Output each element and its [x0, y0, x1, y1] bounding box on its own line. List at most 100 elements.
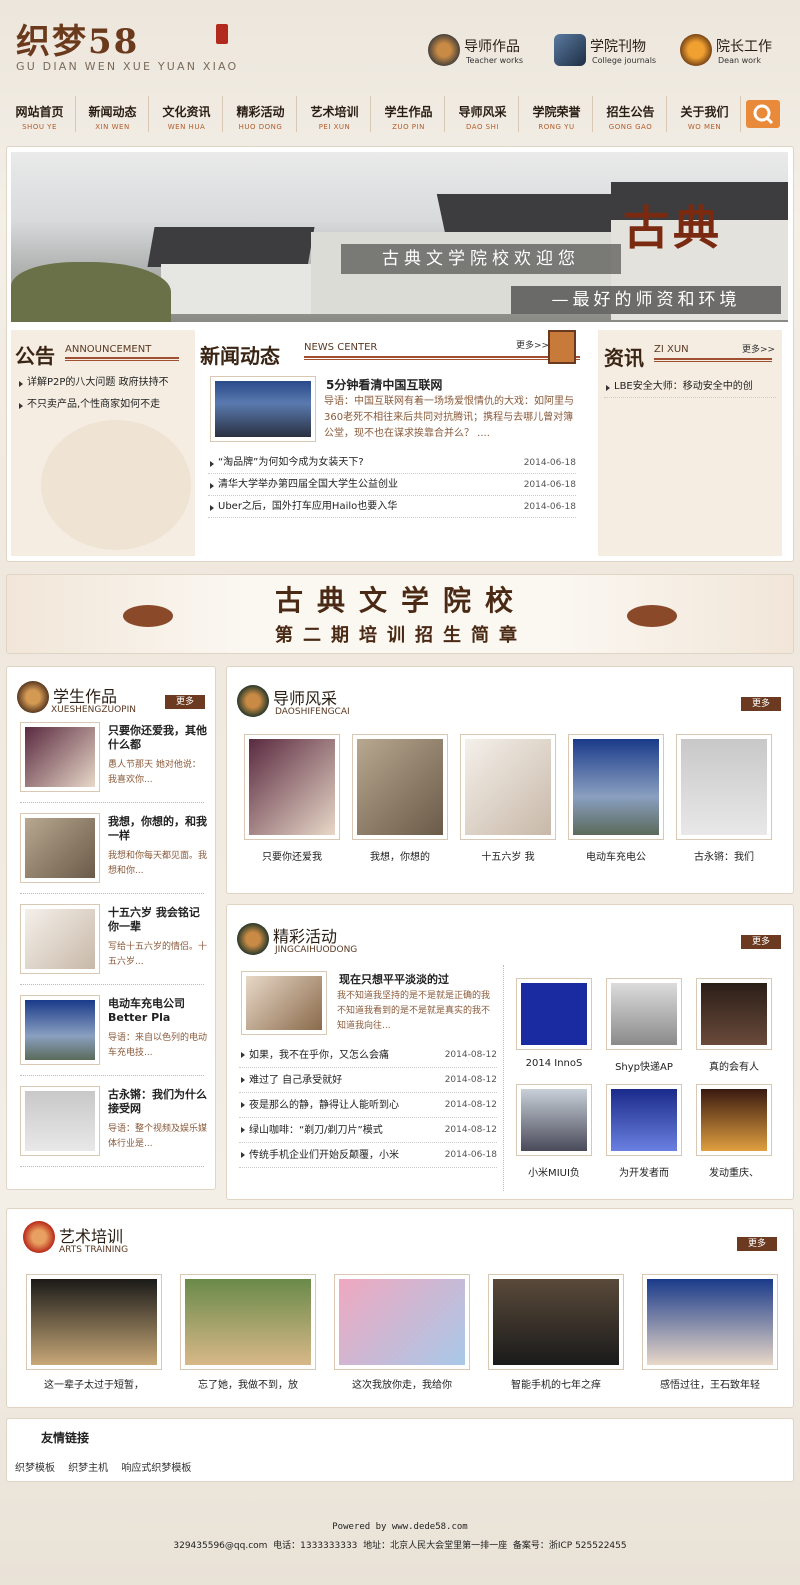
header-link-teacher-works[interactable]: 导师作品 Teacher works — [428, 32, 538, 72]
more-button[interactable]: 更多 — [741, 697, 781, 711]
news-row[interactable]: 清华大学举办第四届全国大学生公益创业 2014-06-18 — [208, 474, 576, 496]
student-work-image[interactable] — [20, 813, 100, 883]
activity-thumb[interactable] — [696, 978, 772, 1050]
news-featured-title[interactable]: 5分钟看清中国互联网 — [326, 376, 442, 393]
teacher-photo[interactable] — [352, 734, 448, 840]
activity-featured-title[interactable]: 现在只想平平淡淡的过 — [339, 971, 449, 987]
student-work-title[interactable]: 古永锵：我们为什么接受网 — [108, 1088, 208, 1116]
nav-item-activities[interactable]: 精彩活动 HUO DONG — [225, 96, 297, 132]
recruit-banner[interactable]: 古典文学院校 第二期培训招生简章 — [6, 574, 794, 654]
news-featured-image[interactable] — [210, 376, 316, 442]
activity-thumb[interactable] — [606, 978, 682, 1050]
teacher-photo[interactable] — [568, 734, 664, 840]
nav-label: 艺术培训 — [310, 105, 359, 119]
hero-banner[interactable]: 古典文学院校欢迎您 古典 —最好的师资和环境 — [11, 152, 788, 322]
activity-thumb-caption[interactable]: 小米MIUI负 — [508, 1164, 600, 1179]
student-work-image[interactable] — [20, 1086, 100, 1156]
news-row[interactable]: “淘品牌”为何如今成为女装天下? 2014-06-18 — [208, 452, 576, 474]
more-button[interactable]: 更多 — [165, 695, 205, 709]
activity-thumb[interactable] — [516, 1084, 592, 1156]
activity-thumb[interactable] — [516, 978, 592, 1050]
activity-row[interactable]: 传统手机企业们开始反颠覆，小米 2014-06-18 — [239, 1143, 497, 1168]
arts-caption[interactable]: 感悟过往，王石致年轻 — [638, 1376, 782, 1391]
arts-photo[interactable] — [180, 1274, 316, 1370]
student-work-title[interactable]: 只要你还爱我，其他什么都 — [108, 724, 208, 752]
activity-featured-image[interactable] — [241, 971, 327, 1035]
activity-featured-summary: 我不知道我坚持的是不是就是正确的我不知道我看到的是不是就是真实的我不知道我向往.… — [337, 991, 491, 1031]
student-work-title[interactable]: 十五六岁 我会铭记你一辈 — [108, 906, 208, 934]
student-work-image[interactable] — [20, 995, 100, 1065]
arts-photo[interactable] — [26, 1274, 162, 1370]
main-nav: 网站首页 SHOU YE 新闻动态 XIN WEN 文化资讯 WEN HUA 精彩活动… — [4, 96, 794, 132]
activity-row[interactable]: 如果，我不在乎你，又怎么会痛 2014-08-12 — [239, 1043, 497, 1068]
teacher-caption[interactable]: 电动车充电公 — [562, 848, 670, 863]
more-link[interactable]: 更多>> — [742, 342, 775, 355]
section-subtitle: XUESHENGZUOPIN — [51, 705, 136, 715]
activity-row[interactable]: 绿山咖啡：“剃刀/剃刀片”模式 2014-08-12 — [239, 1118, 497, 1143]
activity-row[interactable]: 夜是那么的静，静得让人能听到心 2014-08-12 — [239, 1093, 497, 1118]
activity-thumb[interactable] — [606, 1084, 682, 1156]
header-link-dean-work[interactable]: 院长工作 Dean work — [680, 32, 792, 72]
activity-thumb-caption[interactable]: 为开发者而 — [598, 1164, 690, 1179]
divider — [503, 965, 504, 1191]
medal-icon — [428, 34, 460, 66]
teacher-photo[interactable] — [460, 734, 556, 840]
arts-photo[interactable] — [642, 1274, 778, 1370]
activity-thumb-caption[interactable]: Shyp快递AP — [598, 1058, 690, 1073]
nav-item-about[interactable]: 关于我们 WO MEN — [669, 96, 741, 132]
student-work-title[interactable]: 电动车充电公司 Better Pla — [108, 997, 208, 1025]
search-button[interactable] — [746, 100, 780, 128]
news-row[interactable]: Uber之后，国外打车应用Hailo也要入华 2014-06-18 — [208, 496, 576, 518]
more-button[interactable]: 更多 — [737, 1237, 777, 1251]
friend-link[interactable]: 织梦模板 — [15, 1463, 55, 1474]
site-logo[interactable]: 织梦58 — [16, 14, 139, 63]
teacher-caption[interactable]: 我想，你想的 — [346, 848, 454, 863]
section-title: 艺术培训 — [59, 1227, 124, 1246]
nav-item-home[interactable]: 网站首页 SHOU YE — [4, 96, 76, 132]
friend-links-panel: 友情链接 织梦模板 织梦主机 响应式织梦模板 — [6, 1418, 794, 1482]
list-item[interactable]: 不只卖产品,个性商家如何不走 — [17, 394, 187, 416]
section-subtitle: NEWS CENTER — [304, 342, 378, 353]
student-work-image[interactable] — [20, 722, 100, 792]
arts-caption[interactable]: 忘了她，我做不到，放 — [176, 1376, 320, 1391]
news-row-date: 2014-06-18 — [523, 480, 576, 490]
arts-caption[interactable]: 智能手机的七年之痒 — [484, 1376, 628, 1391]
more-button[interactable]: 更多 — [741, 935, 781, 949]
nav-item-training[interactable]: 艺术培训 PEI XUN — [299, 96, 371, 132]
teacher-caption[interactable]: 只要你还爱我 — [238, 848, 346, 863]
teacher-caption[interactable]: 古永锵：我们 — [670, 848, 778, 863]
nav-item-student-works[interactable]: 学生作品 ZUO PIN — [373, 96, 445, 132]
teacher-photo[interactable] — [244, 734, 340, 840]
teacher-caption[interactable]: 十五六岁 我 — [454, 848, 562, 863]
drum-icon — [23, 1221, 55, 1253]
activity-thumb-caption[interactable]: 2014 InnoS — [508, 1058, 600, 1069]
section-title: 友情链接 — [41, 1431, 90, 1445]
activity-thumb-caption[interactable]: 真的会有人 — [688, 1058, 780, 1073]
nav-item-teachers[interactable]: 导师风采 DAO SHI — [447, 96, 519, 132]
friend-link[interactable]: 织梦主机 — [68, 1463, 108, 1474]
list-item[interactable]: 详解P2P的八大问题 政府扶持不 — [17, 372, 187, 394]
student-work-title[interactable]: 我想，你想的，和我一样 — [108, 815, 208, 843]
list-item[interactable]: LBE安全大师：移动安全中的创 — [604, 376, 776, 398]
activity-row-title: 难过了 自己承受就好 — [249, 1075, 343, 1086]
activity-thumb-caption[interactable]: 发动重庆、 — [688, 1164, 780, 1179]
nav-sublabel: WO MEN — [687, 123, 722, 131]
nav-item-honors[interactable]: 学院荣誉 RONG YU — [521, 96, 593, 132]
header-link-college-journals[interactable]: 学院刊物 College journals — [554, 32, 664, 72]
divider — [20, 893, 204, 894]
nav-item-news[interactable]: 新闻动态 XIN WEN — [77, 96, 149, 132]
friend-link[interactable]: 响应式织梦模板 — [121, 1463, 191, 1474]
arts-caption[interactable]: 这次我放你走，我给你 — [330, 1376, 474, 1391]
arts-caption[interactable]: 这一辈子太过于短暂， — [22, 1376, 166, 1391]
activity-row[interactable]: 难过了 自己承受就好 2014-08-12 — [239, 1068, 497, 1093]
arts-photo[interactable] — [488, 1274, 624, 1370]
nav-item-admissions[interactable]: 招生公告 GONG GAO — [595, 96, 667, 132]
arts-photo[interactable] — [334, 1274, 470, 1370]
nav-sublabel: PEI XUN — [318, 123, 351, 131]
activity-thumb[interactable] — [696, 1084, 772, 1156]
more-link[interactable]: 更多>> — [516, 338, 549, 351]
activity-row-date: 2014-08-12 — [444, 1100, 497, 1110]
student-work-image[interactable] — [20, 904, 100, 974]
nav-item-culture[interactable]: 文化资讯 WEN HUA — [151, 96, 223, 132]
teacher-photo[interactable] — [676, 734, 772, 840]
